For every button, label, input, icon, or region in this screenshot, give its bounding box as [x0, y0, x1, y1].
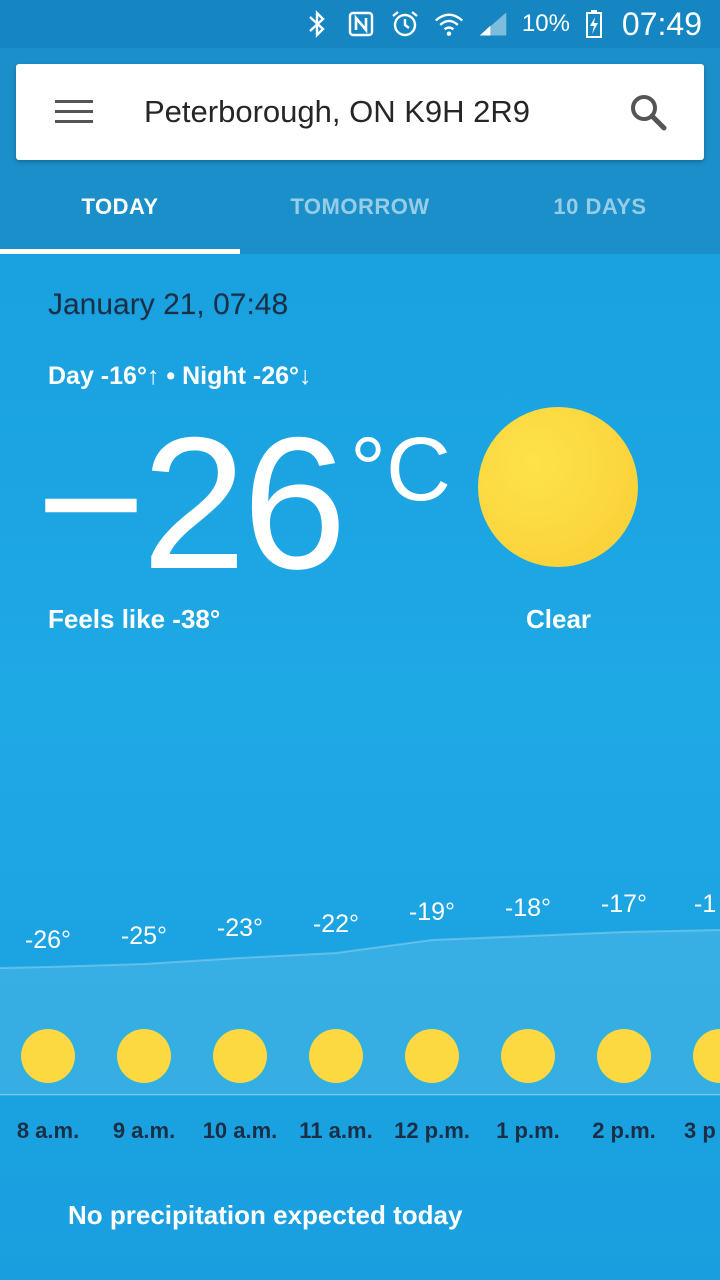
hourly-temp: -1	[694, 890, 717, 918]
hourly-temp: -25°	[120, 922, 168, 950]
forecast-tabs: TODAY TOMORROW 10 DAYS	[0, 160, 720, 254]
current-temperature: −26	[36, 398, 347, 608]
signal-icon	[478, 9, 508, 39]
hourly-time: 2 p.m.	[592, 1118, 656, 1143]
hourly-temp: -23°	[216, 914, 264, 942]
tab-10-days[interactable]: 10 DAYS	[480, 160, 720, 254]
temperature-unit: °C	[350, 420, 451, 520]
tab-tomorrow[interactable]: TOMORROW	[240, 160, 480, 254]
nfc-icon	[346, 9, 376, 39]
hourly-time: 1 p.m.	[496, 1118, 560, 1143]
wifi-icon	[434, 9, 464, 39]
hourly-temp: -18°	[504, 894, 552, 922]
alarm-icon	[390, 9, 420, 39]
clear-sun-icon	[478, 407, 638, 567]
sun-icon	[501, 1029, 555, 1083]
app-header: Peterborough, ON K9H 2R9 TODAY TOMORROW …	[0, 48, 720, 254]
status-bar: 10% 07:49	[0, 0, 720, 48]
condition-label: Clear	[526, 604, 592, 634]
hourly-temp: -26°	[24, 926, 72, 954]
hourly-time: 11 a.m.	[299, 1118, 373, 1143]
menu-icon[interactable]	[52, 90, 96, 134]
sun-icon	[597, 1029, 651, 1083]
hourly-time: 9 a.m.	[112, 1118, 176, 1143]
feels-like: Feels like -38°	[48, 604, 221, 634]
sun-icon	[213, 1029, 267, 1083]
hourly-temp: -22°	[312, 910, 360, 938]
current-datetime: January 21, 07:48	[48, 288, 289, 321]
hourly-time: 12 p.m.	[394, 1118, 470, 1143]
battery-charging-icon	[584, 9, 604, 39]
hourly-forecast[interactable]: -26° -25° -23° -22° -19° -18° -17° -1 8 …	[0, 870, 720, 1170]
sun-icon	[405, 1029, 459, 1083]
hourly-temp: -19°	[408, 898, 456, 926]
status-time: 07:49	[621, 5, 702, 42]
day-night-temps: Day -16°↑ • Night -26°↓	[48, 362, 312, 390]
search-bar[interactable]: Peterborough, ON K9H 2R9	[16, 64, 704, 160]
hourly-divider	[0, 1094, 720, 1095]
hourly-time: 3 p	[684, 1118, 716, 1143]
search-icon[interactable]	[622, 86, 674, 138]
sun-icon	[117, 1029, 171, 1083]
hourly-time: 10 a.m.	[202, 1118, 278, 1143]
sun-icon	[309, 1029, 363, 1083]
precipitation-message: No precipitation expected today	[68, 1200, 463, 1230]
hourly-time: 8 a.m.	[16, 1118, 80, 1143]
tab-today[interactable]: TODAY	[0, 160, 240, 254]
bluetooth-icon	[302, 9, 332, 39]
battery-percent: 10%	[521, 10, 570, 37]
location-text[interactable]: Peterborough, ON K9H 2R9	[144, 92, 584, 132]
hourly-temp: -17°	[600, 890, 648, 918]
sun-icon	[21, 1029, 75, 1083]
